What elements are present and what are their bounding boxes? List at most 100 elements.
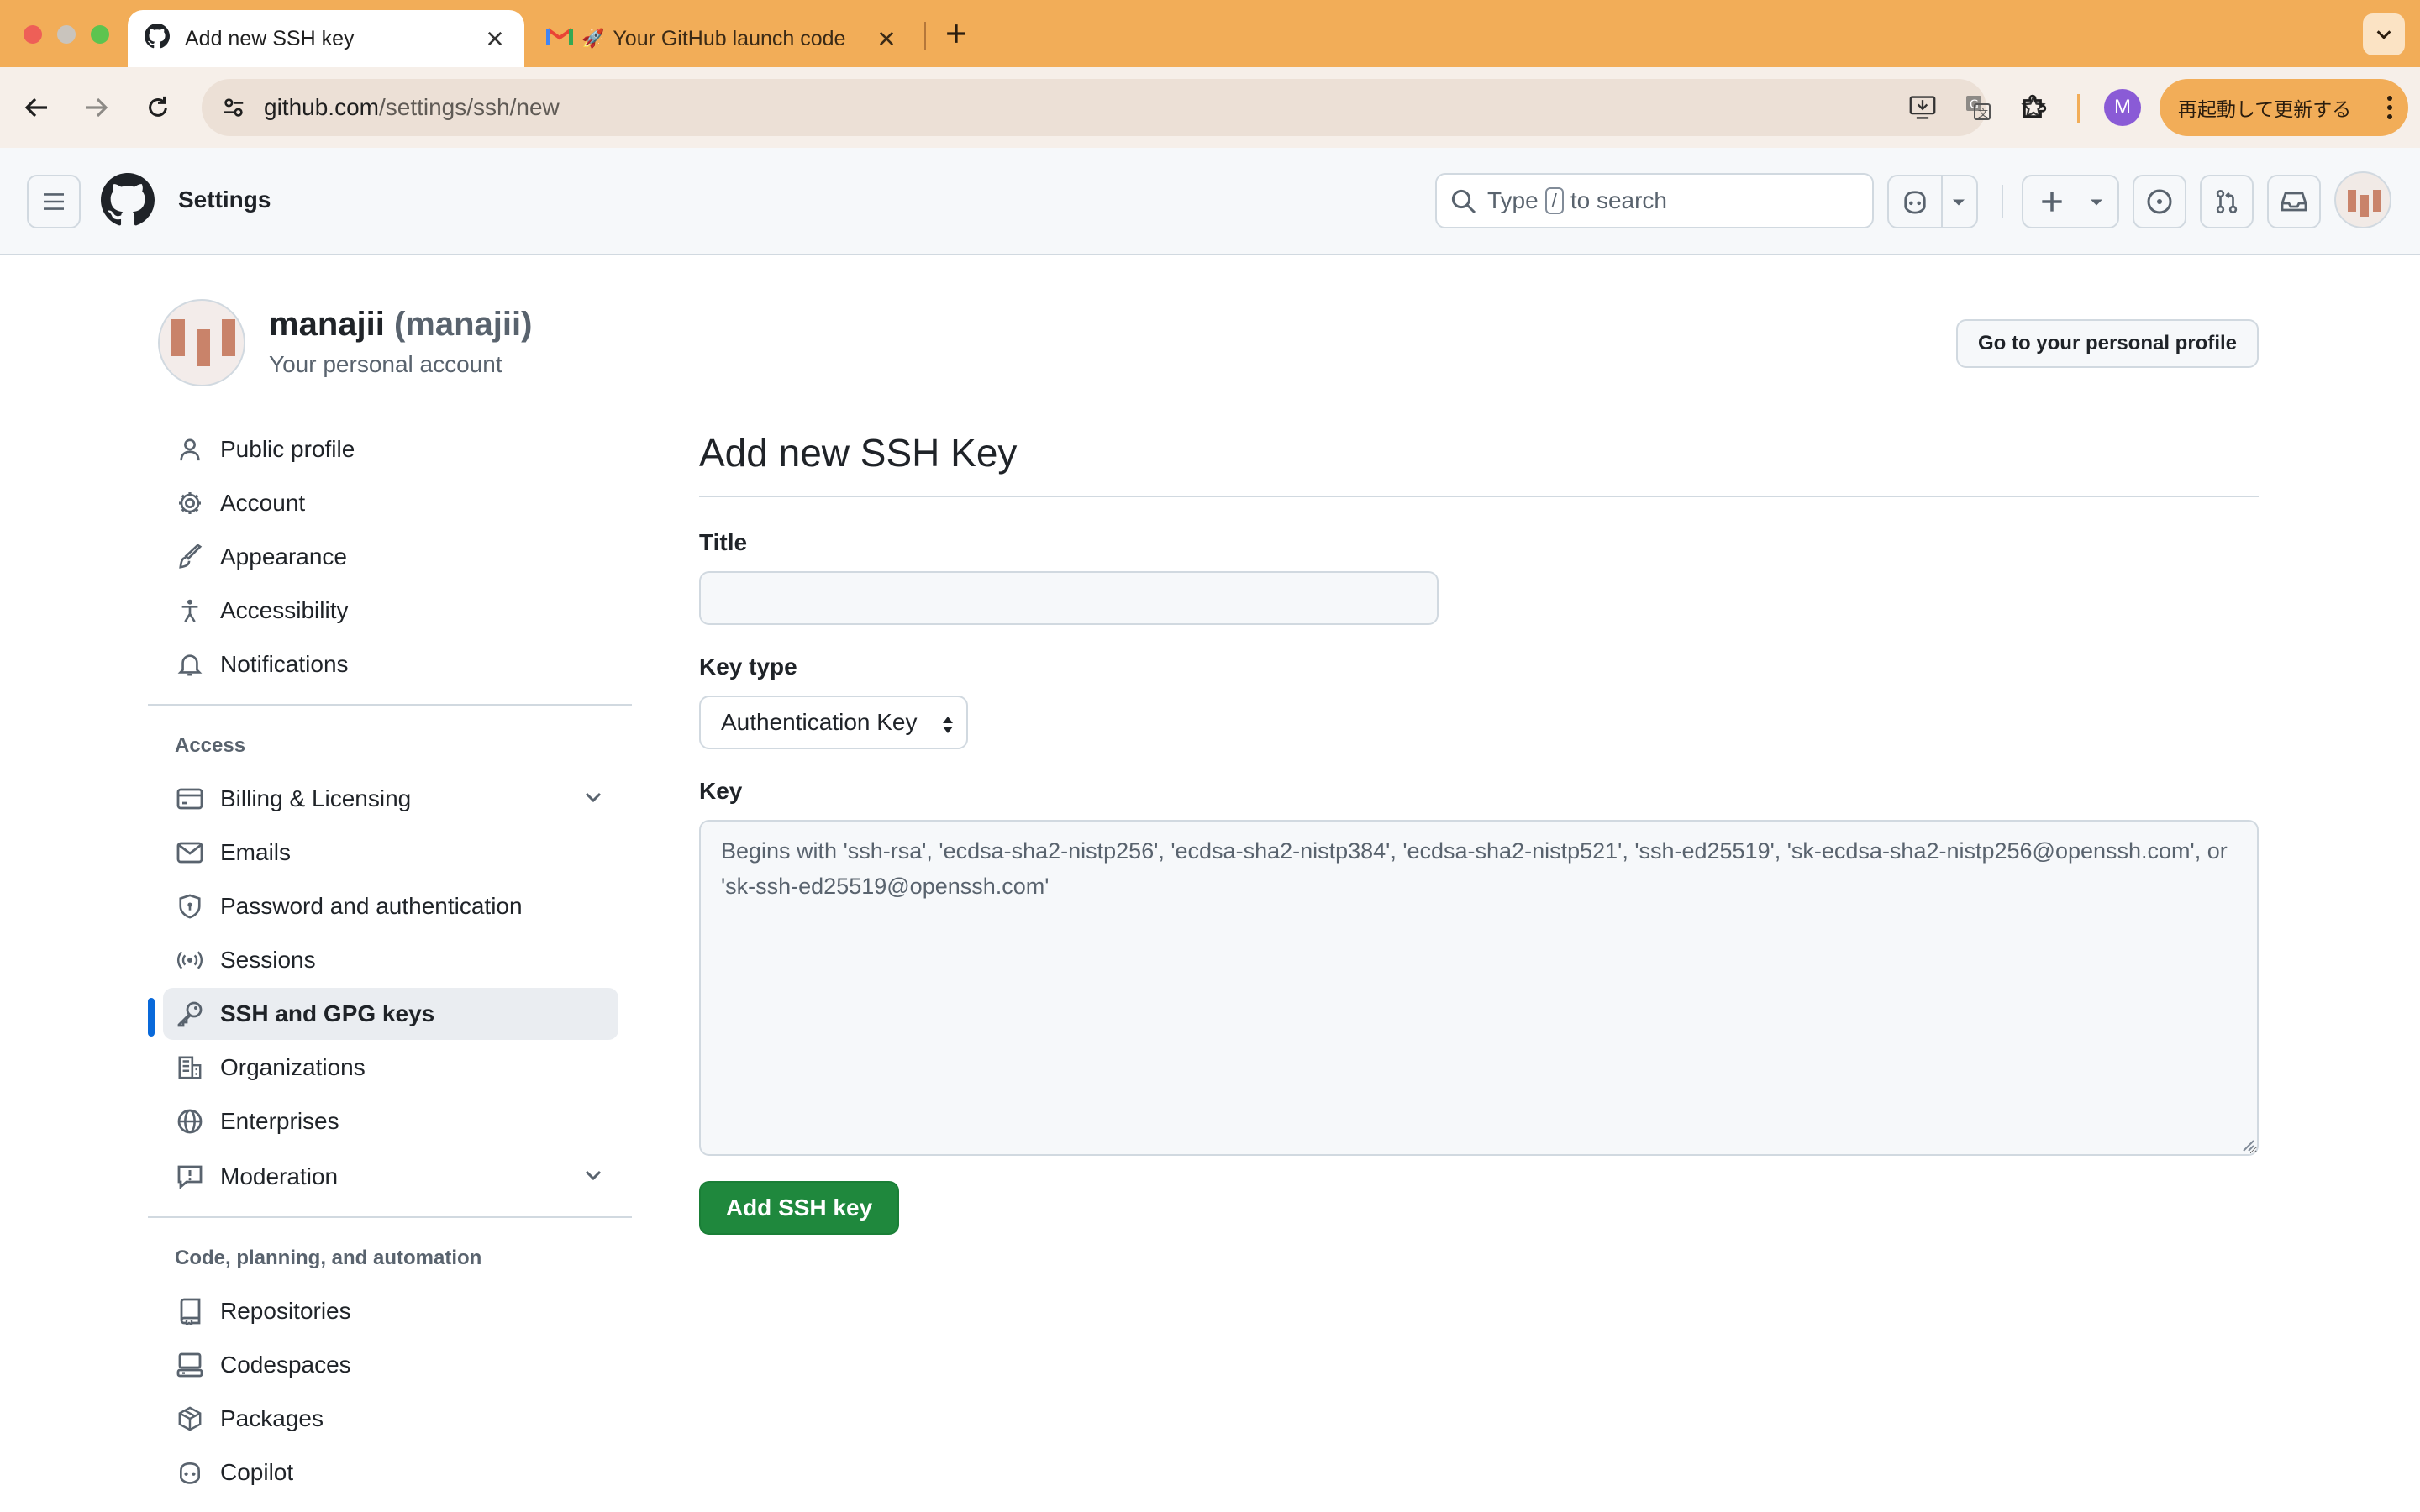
translate-icon[interactable]: G文 (1958, 87, 1998, 128)
sidebar-item-label: Accessibility (220, 597, 349, 623)
sidebar-item-label: Appearance (220, 543, 348, 570)
browser-tab-inactive[interactable]: 🚀 Your GitHub launch code (529, 10, 916, 67)
forward-button[interactable] (76, 87, 116, 128)
search-prefix: Type (1487, 187, 1539, 213)
site-info-icon[interactable] (213, 87, 254, 128)
sidebar-item-billing[interactable]: Billing & Licensing (163, 773, 618, 825)
tab-title: Add new SSH key (185, 26, 355, 50)
sidebar-item-repositories[interactable]: Repositories (163, 1285, 618, 1337)
close-tab-icon[interactable] (482, 26, 508, 51)
chevron-down-icon[interactable] (583, 786, 603, 813)
hamburger-menu-button[interactable] (27, 175, 81, 228)
account-login: (manajii) (393, 306, 533, 343)
credit-card-icon (175, 784, 205, 814)
report-icon (175, 1162, 205, 1192)
sidebar-item-label: Moderation (220, 1163, 339, 1189)
issues-button[interactable] (2133, 175, 2186, 228)
github-icon (145, 23, 170, 55)
sidebar-item-label: Packages (220, 1405, 324, 1431)
url-path: /settings/ssh/new (378, 94, 560, 120)
accessibility-icon (175, 596, 205, 626)
sidebar-divider (148, 1216, 632, 1218)
sidebar-item-packages[interactable]: Packages (163, 1393, 618, 1445)
github-logo-icon[interactable] (101, 173, 155, 227)
sidebar-item-notifications[interactable]: Notifications (163, 638, 618, 690)
window-minimize-button[interactable] (57, 25, 76, 44)
title-input[interactable] (699, 571, 1439, 625)
triangle-down-icon (1953, 199, 1965, 206)
key-type-label: Key type (699, 654, 797, 680)
address-bar[interactable]: github.com/settings/ssh/new G文 (202, 79, 2046, 136)
sidebar-item-emails[interactable]: Emails (163, 827, 618, 879)
resize-grip-icon[interactable] (2242, 1139, 2255, 1152)
sidebar-item-label: Codespaces (220, 1352, 351, 1378)
window-zoom-button[interactable] (91, 25, 109, 44)
chevron-down-icon[interactable] (583, 1164, 603, 1191)
key-type-select[interactable]: Authentication Key (699, 696, 968, 749)
issue-opened-icon (2147, 189, 2172, 214)
sidebar-item-codespaces[interactable]: Codespaces (163, 1339, 618, 1391)
tab-separator (924, 22, 926, 50)
pull-requests-button[interactable] (2200, 175, 2254, 228)
search-icon (1450, 188, 1477, 221)
account-avatar[interactable] (158, 299, 245, 386)
title-label: Title (699, 529, 748, 555)
create-new-button[interactable] (2022, 175, 2119, 228)
url-text: github.com/settings/ssh/new (264, 94, 560, 121)
sidebar-item-sessions[interactable]: Sessions (163, 934, 618, 986)
reload-icon (149, 96, 167, 117)
browser-tab-active[interactable]: Add new SSH key (128, 10, 524, 67)
heading-divider (699, 496, 2259, 497)
sidebar-item-label: Password and authentication (220, 893, 523, 919)
sidebar-item-label: Account (220, 490, 306, 516)
rocket-emoji-icon: 🚀 (581, 28, 605, 49)
account-name[interactable]: manajii (manajii) (269, 306, 532, 344)
copilot-icon (1904, 191, 1926, 214)
search-input[interactable]: Type / to search (1435, 173, 1874, 228)
sidebar-item-label: Organizations (220, 1054, 366, 1080)
identicon-icon (171, 319, 235, 366)
browser-tab-strip: Add new SSH key 🚀 Your GitHub launch cod… (0, 0, 2420, 67)
update-label: 再起動して更新する (2178, 98, 2352, 120)
reload-button[interactable] (138, 87, 178, 128)
tab-title: Your GitHub launch code (613, 26, 846, 50)
sidebar-item-ssh-gpg-keys[interactable]: SSH and GPG keys (163, 988, 618, 1040)
package-icon (175, 1404, 205, 1434)
sidebar-item-appearance[interactable]: Appearance (163, 531, 618, 583)
inbox-button[interactable] (2267, 175, 2321, 228)
browser-profile-avatar[interactable]: M (2104, 89, 2141, 126)
restart-to-update-button[interactable]: 再起動して更新する (2160, 79, 2408, 136)
browser-toolbar: github.com/settings/ssh/new G文 M 再起動して更新… (0, 67, 2420, 148)
user-avatar[interactable] (2334, 171, 2391, 228)
sidebar-item-moderation[interactable]: Moderation (163, 1151, 618, 1203)
identicon-icon (2348, 190, 2381, 217)
key-icon (175, 999, 205, 1029)
arrow-left-icon (24, 97, 47, 118)
new-tab-button[interactable] (939, 17, 973, 50)
sidebar-item-account[interactable]: Account (163, 477, 618, 529)
inbox-icon (2281, 192, 2307, 212)
sidebar-item-enterprises[interactable]: Enterprises (163, 1095, 618, 1147)
sidebar-item-password[interactable]: Password and authentication (163, 880, 618, 932)
window-close-button[interactable] (24, 25, 42, 44)
go-to-profile-button[interactable]: Go to your personal profile (1956, 319, 2259, 368)
close-tab-icon[interactable] (874, 26, 899, 51)
sidebar-heading-code: Code, planning, and automation (175, 1247, 482, 1269)
sidebar-item-public-profile[interactable]: Public profile (163, 423, 618, 475)
sidebar-item-label: Public profile (220, 436, 355, 462)
install-app-icon[interactable] (1902, 87, 1943, 128)
form-heading: Add new SSH Key (699, 431, 1018, 475)
copilot-button[interactable] (1887, 175, 1978, 228)
toolbar-separator (2077, 94, 2080, 123)
copilot-icon (175, 1457, 205, 1488)
add-ssh-key-button[interactable]: Add SSH key (699, 1181, 899, 1235)
extensions-button[interactable] (2013, 87, 2054, 128)
kebab-menu-icon (2386, 94, 2393, 126)
page-title[interactable]: Settings (178, 186, 271, 213)
sidebar-item-organizations[interactable]: Organizations (163, 1042, 618, 1094)
sidebar-item-accessibility[interactable]: Accessibility (163, 585, 618, 637)
tab-search-button[interactable] (2363, 13, 2405, 55)
back-button[interactable] (17, 87, 57, 128)
sidebar-item-copilot[interactable]: Copilot (163, 1446, 618, 1499)
key-textarea[interactable] (699, 820, 2259, 1156)
